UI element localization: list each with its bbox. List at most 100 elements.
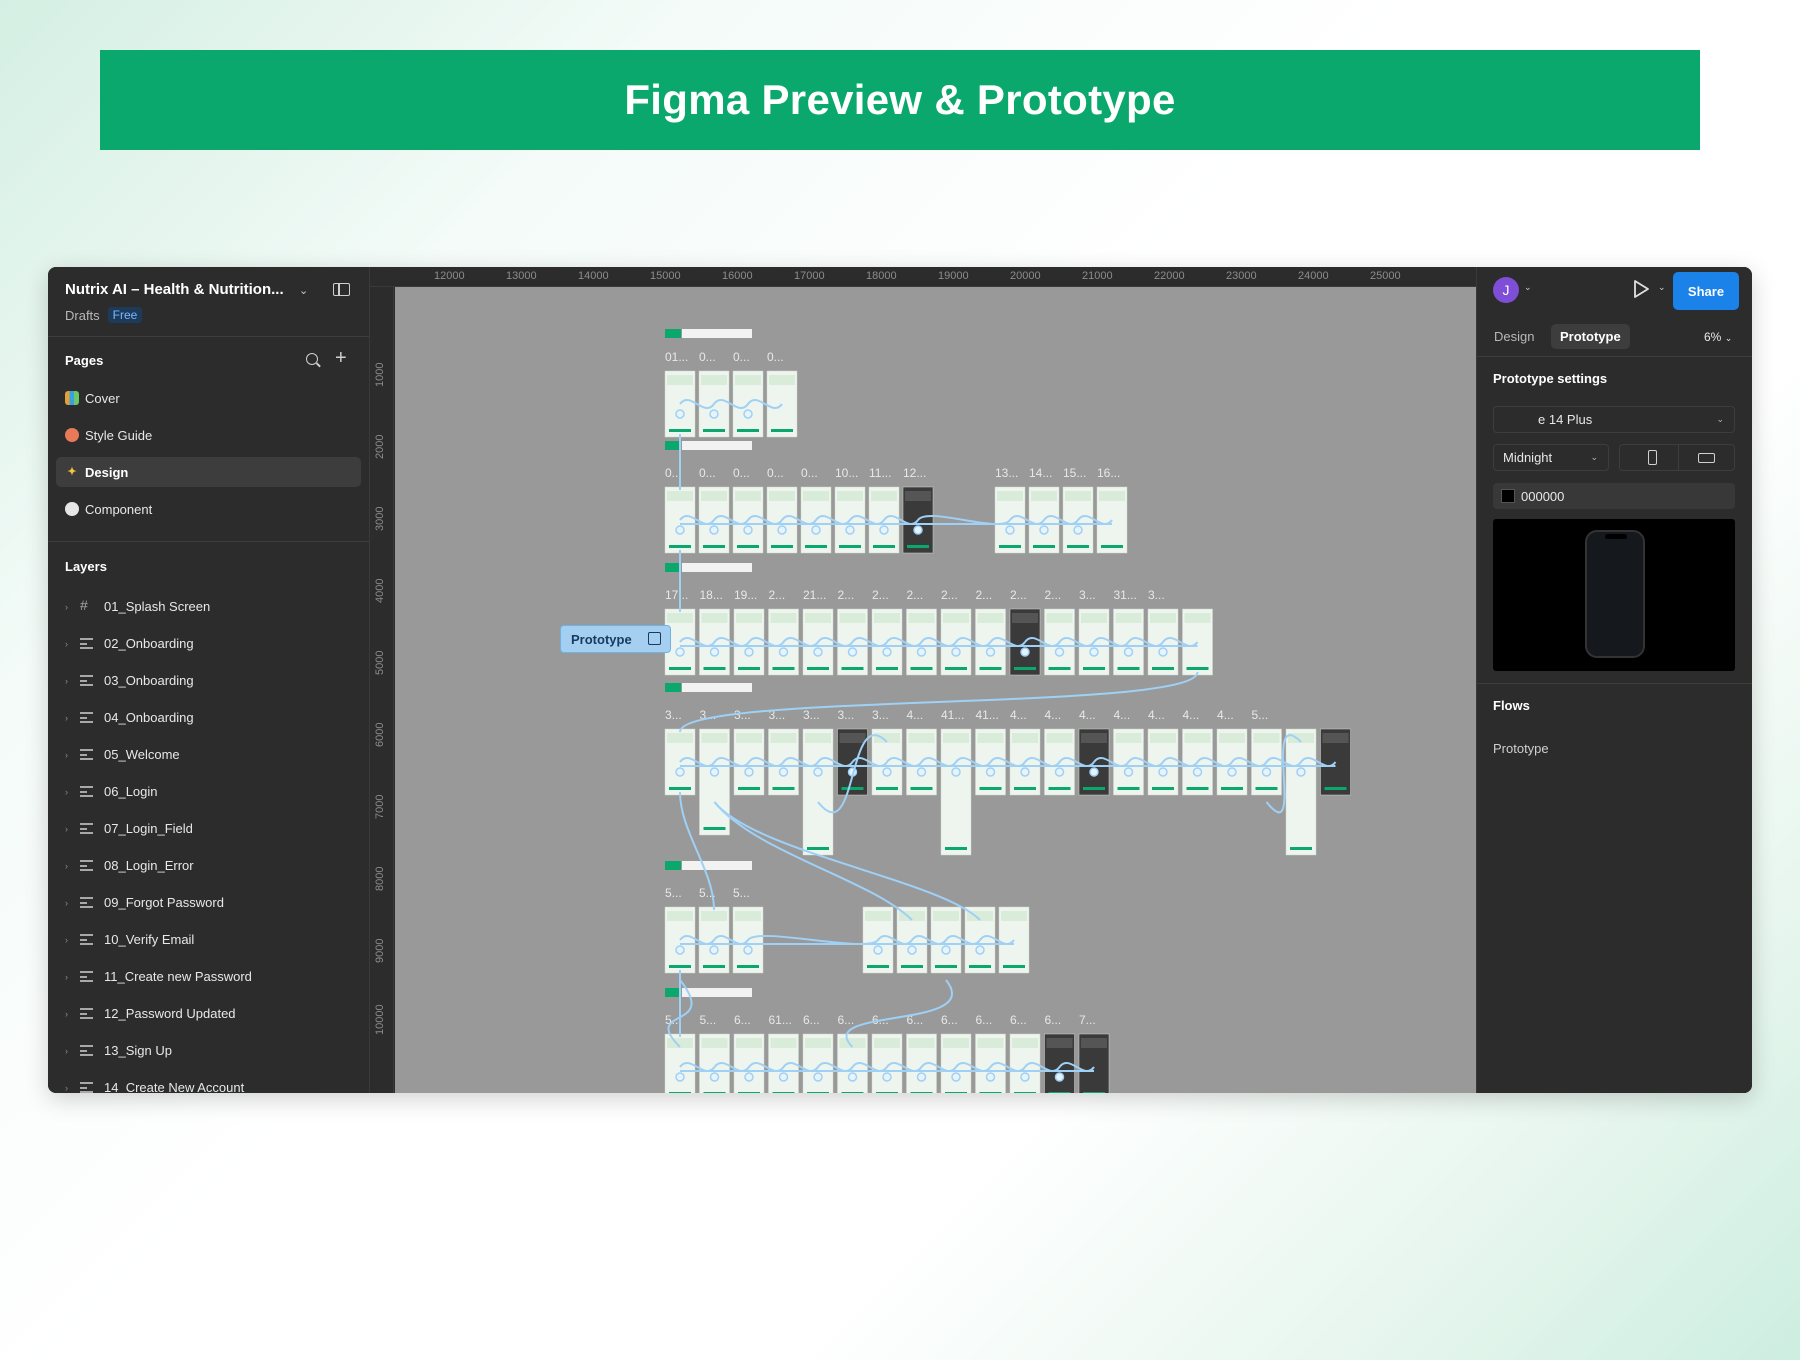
frame-label: 19... [734,588,757,602]
background-color-field[interactable]: 000000 [1493,483,1735,509]
frame-label: 16... [1097,466,1120,480]
connector-node [744,767,754,777]
section-tag-label [682,441,752,450]
tab-prototype[interactable]: Prototype [1551,324,1630,349]
screen-header [701,733,728,743]
expand-chevron-icon[interactable]: › [65,824,80,834]
chevron-down-icon[interactable]: ⌄ [1524,282,1532,293]
connector-node [1005,525,1015,535]
layer-label: 08_Login_Error [104,858,194,873]
autolayout-icon [80,1045,93,1056]
zoom-level[interactable]: 6% ⌄ [1704,330,1732,344]
layer-item[interactable]: › 05_Welcome [48,736,369,773]
layer-item[interactable]: › 06_Login [48,773,369,810]
frame-label: 4... [1045,708,1062,722]
layer-item[interactable]: › 09_Forgot Password [48,884,369,921]
expand-chevron-icon[interactable]: › [65,602,80,612]
screen-header [805,613,831,623]
search-icon[interactable] [306,353,318,365]
pages-list: Cover Style Guide ✦ Design Component [48,381,369,542]
avatar[interactable]: J [1493,277,1519,303]
layer-item[interactable]: › 08_Login_Error [48,847,369,884]
device-select[interactable]: e 14 Plus ⌄ [1493,406,1735,433]
expand-chevron-icon[interactable]: › [65,639,80,649]
plan-badge[interactable]: Free [107,307,143,323]
flow-start-icon[interactable] [648,632,661,645]
file-location[interactable]: Drafts [65,308,100,323]
frame-label: 3... [1148,588,1165,602]
landscape-icon[interactable] [1698,453,1715,463]
share-button[interactable]: Share [1673,272,1739,310]
prototype-flow-tag[interactable]: Prototype [560,625,671,653]
add-page-icon[interactable]: + [335,347,347,370]
screen-header [735,375,761,385]
flow-item[interactable]: Prototype [1493,741,1549,756]
layer-item[interactable]: › 07_Login_Field [48,810,369,847]
expand-chevron-icon[interactable]: › [65,1046,80,1056]
expand-chevron-icon[interactable]: › [65,750,80,760]
section-tag-label [682,988,752,997]
screen-button [703,1092,726,1093]
expand-chevron-icon[interactable]: › [65,676,80,686]
screen-header [1081,733,1107,743]
layer-item[interactable]: › 04_Onboarding [48,699,369,736]
screen-button [841,1092,864,1093]
layer-item[interactable]: › 02_Onboarding [48,625,369,662]
frame-label: 0... [733,350,750,364]
sidebar-toggle-icon[interactable] [333,283,350,296]
expand-chevron-icon[interactable]: › [65,935,80,945]
connector-node [1227,767,1237,777]
tab-design[interactable]: Design [1485,324,1543,349]
expand-chevron-icon[interactable]: › [65,972,80,982]
expand-chevron-icon[interactable]: › [65,787,80,797]
page-item-component[interactable]: Component [56,494,361,524]
frame-label: 2... [1010,588,1027,602]
section-tag-label [682,329,752,338]
frame-label: 14... [1029,466,1052,480]
screen-button [910,1092,933,1093]
expand-chevron-icon[interactable]: › [65,1083,80,1093]
screen-button [737,965,759,968]
screen-button [1014,667,1036,670]
screen-button [841,787,864,790]
screen-header [1115,733,1142,743]
play-icon[interactable] [1630,278,1652,300]
color-swatch[interactable] [1501,489,1515,503]
layer-item[interactable]: › 12_Password Updated [48,995,369,1032]
ruler-tick-label: 14000 [578,270,609,282]
prototype-settings-title: Prototype settings [1493,371,1608,386]
layer-item[interactable]: › 01_Splash Screen [48,588,369,625]
file-title[interactable]: Nutrix AI – Health & Nutrition... [65,281,353,298]
frame-label: 7... [1079,1013,1096,1027]
ruler-tick-label: 20000 [1010,270,1041,282]
chevron-down-icon[interactable]: ⌄ [1658,282,1666,293]
layer-item[interactable]: › 10_Verify Email [48,921,369,958]
page-item-style-guide[interactable]: Style Guide [56,420,361,450]
connector-node [675,945,685,955]
connector-node [743,525,753,535]
frame-label: 2... [769,588,786,602]
layer-item[interactable]: › 13_Sign Up [48,1032,369,1069]
connector-node [709,525,719,535]
layer-item[interactable]: › 14_Create New Account [48,1069,369,1093]
screen-header [1099,491,1125,501]
expand-chevron-icon[interactable]: › [65,898,80,908]
expand-chevron-icon[interactable]: › [65,713,80,723]
design-canvas[interactable]: 01... 0... 0... 0... 0... 0... 0... 0... 0... 10.… [395,287,1476,1093]
expand-chevron-icon[interactable]: › [65,1009,80,1019]
portrait-icon[interactable] [1648,450,1657,465]
connector-node [1158,647,1168,657]
connector-node [1089,647,1099,657]
screen-button [1186,787,1209,790]
page-item-cover[interactable]: Cover [56,383,361,413]
frame-label: 11... [869,466,891,480]
expand-chevron-icon[interactable]: › [65,861,80,871]
chevron-down-icon[interactable]: ⌄ [299,284,308,297]
model-color-select[interactable]: Midnight ⌄ [1493,444,1609,471]
layer-item[interactable]: › 03_Onboarding [48,662,369,699]
page-label: Component [85,501,153,517]
page-item-design[interactable]: ✦ Design [56,457,361,487]
layer-item[interactable]: › 11_Create new Password [48,958,369,995]
phone-mockup [1585,530,1645,658]
prototype-flow-diagram[interactable]: 01... 0... 0... 0...0... 0... 0... 0... 0... 10.… [395,287,1476,1093]
